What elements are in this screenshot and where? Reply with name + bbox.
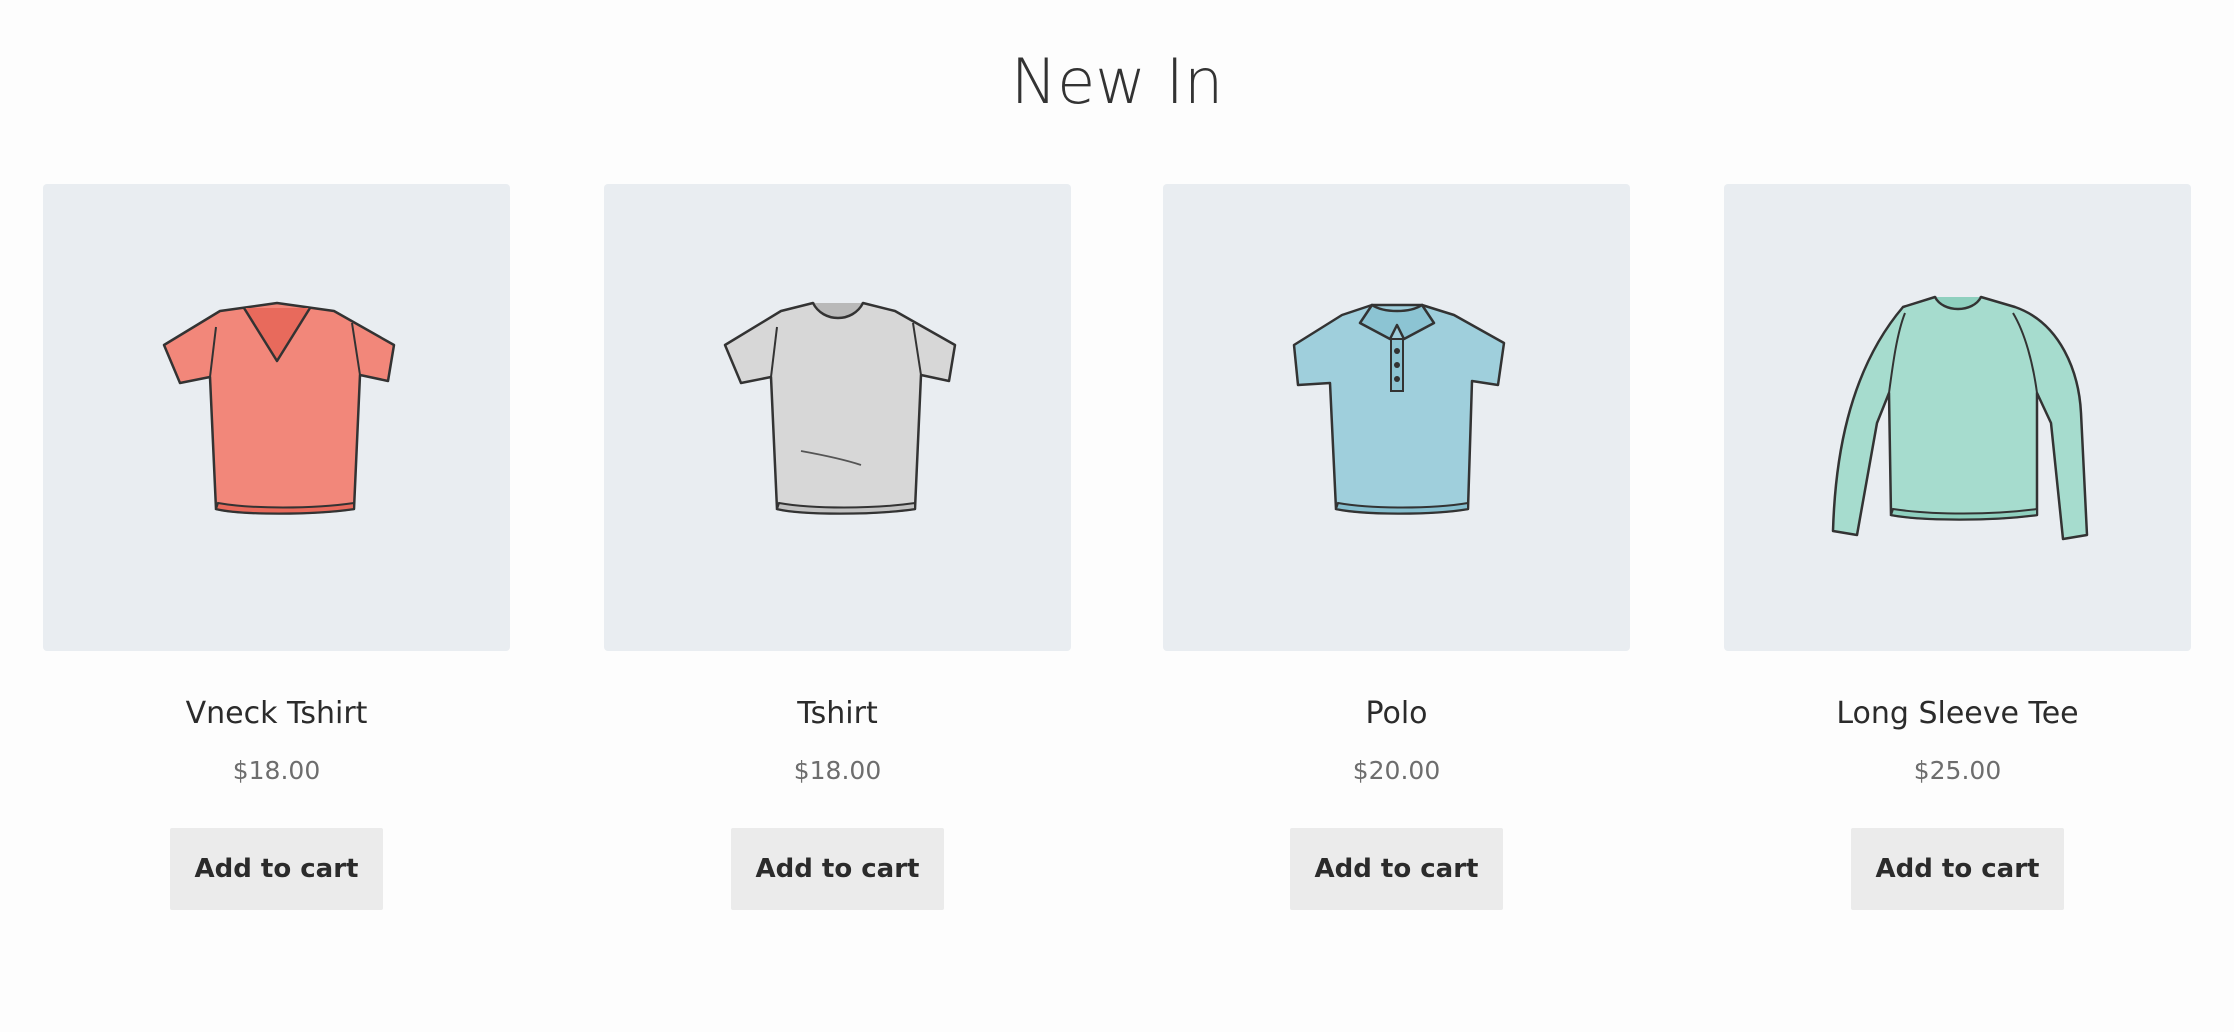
product-title[interactable]: Vneck Tshirt	[43, 694, 510, 734]
product-price: $18.00	[232, 756, 321, 785]
product-image-link[interactable]	[43, 184, 510, 651]
product-price: $25.00	[1913, 756, 2002, 785]
section-title: New In	[1010, 45, 1224, 118]
product-card-vneck-tshirt: Vneck Tshirt $18.00 Add to cart	[43, 184, 510, 910]
add-to-cart-button[interactable]: Add to cart	[170, 828, 383, 910]
product-image-link[interactable]	[1724, 184, 2191, 651]
product-card-polo: Polo $20.00 Add to cart	[1163, 184, 1630, 910]
tshirt-icon	[723, 301, 956, 515]
product-image-link[interactable]	[1163, 184, 1630, 651]
add-to-cart-button[interactable]: Add to cart	[731, 828, 944, 910]
add-to-cart-button[interactable]: Add to cart	[1851, 828, 2064, 910]
add-to-cart-button[interactable]: Add to cart	[1290, 828, 1503, 910]
product-title[interactable]: Tshirt	[604, 694, 1071, 734]
product-card-tshirt: Tshirt $18.00 Add to cart	[604, 184, 1071, 910]
product-card-long-sleeve-tee: Long Sleeve Tee $25.00 Add to cart	[1724, 184, 2191, 910]
vneck-tshirt-icon	[162, 301, 395, 515]
long-sleeve-tee-icon	[1831, 295, 2088, 540]
product-title[interactable]: Long Sleeve Tee	[1724, 694, 2191, 734]
polo-shirt-icon	[1292, 303, 1505, 515]
product-price: $20.00	[1352, 756, 1441, 785]
product-price: $18.00	[793, 756, 882, 785]
product-image-link[interactable]	[604, 184, 1071, 651]
product-title[interactable]: Polo	[1163, 694, 1630, 734]
